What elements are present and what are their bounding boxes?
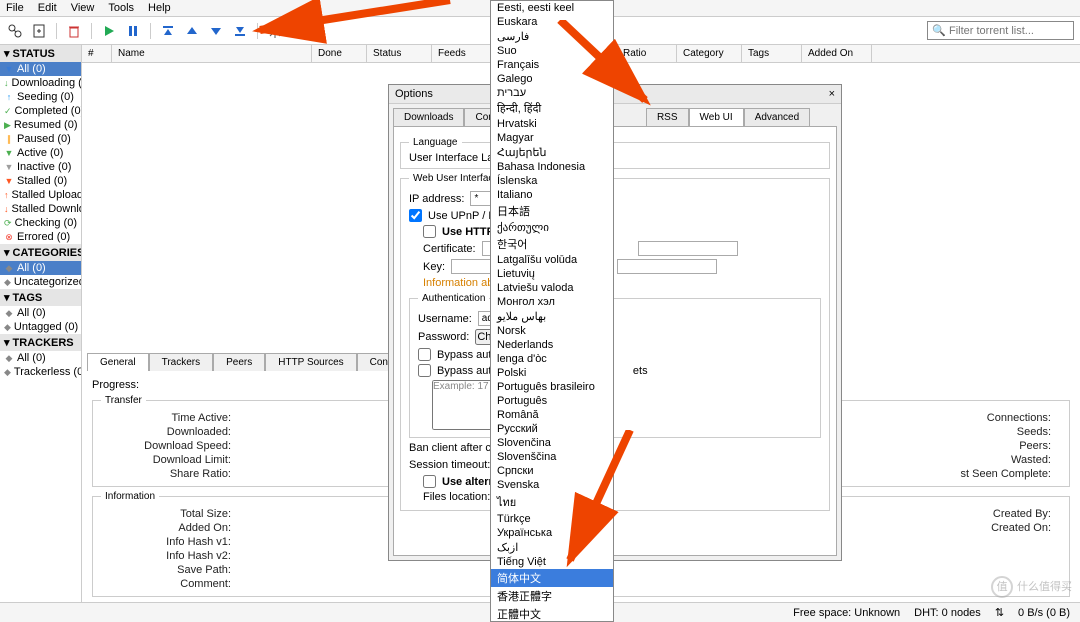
sidebar-item[interactable]: ▼All (0): [0, 62, 81, 76]
detail-tab[interactable]: General: [87, 353, 149, 371]
language-option[interactable]: 正體中文: [491, 605, 613, 622]
search-icon: 🔍: [932, 24, 946, 37]
language-option[interactable]: Nederlands: [491, 338, 613, 352]
sidebar-item[interactable]: ↓Downloading (0): [0, 76, 81, 90]
sidebar-item[interactable]: ↑Stalled Uploadi..: [0, 188, 81, 202]
sidebar-item[interactable]: ↓Stalled Downlo..: [0, 202, 81, 216]
menu-tools[interactable]: Tools: [108, 2, 134, 14]
sidebar-head[interactable]: ▾TRACKERS: [0, 334, 81, 351]
language-option[interactable]: lenga d'òc: [491, 352, 613, 366]
add-file-icon[interactable]: [30, 22, 48, 40]
language-option[interactable]: Հայերեն: [491, 145, 613, 160]
menu-edit[interactable]: Edit: [38, 2, 57, 14]
top-icon[interactable]: [159, 22, 177, 40]
sidebar-item[interactable]: ∥Paused (0): [0, 132, 81, 146]
close-icon[interactable]: ×: [829, 88, 835, 100]
sidebar-item[interactable]: ▶Resumed (0): [0, 118, 81, 132]
progress-label: Progress:: [92, 379, 139, 391]
upnp-check[interactable]: [409, 209, 422, 222]
menu-help[interactable]: Help: [148, 2, 171, 14]
language-option[interactable]: Eesti, eesti keel: [491, 1, 613, 15]
sidebar-head[interactable]: ▾TAGS: [0, 289, 81, 306]
sidebar-item[interactable]: ⟳Checking (0): [0, 216, 81, 230]
sidebar-item[interactable]: ✓Completed (0): [0, 104, 81, 118]
detail-tab[interactable]: Peers: [213, 353, 265, 371]
menu-file[interactable]: File: [6, 2, 24, 14]
sidebar-item[interactable]: ◆All (0): [0, 306, 81, 320]
language-option[interactable]: Português: [491, 394, 613, 408]
detail-tab[interactable]: Trackers: [149, 353, 214, 371]
column-header[interactable]: Added On: [802, 45, 872, 62]
sidebar-item[interactable]: ◆All (0): [0, 351, 81, 365]
language-option[interactable]: Latviešu valoda: [491, 281, 613, 295]
resume-icon[interactable]: [100, 22, 118, 40]
column-header[interactable]: #: [82, 45, 112, 62]
language-option[interactable]: Magyar: [491, 131, 613, 145]
sidebar-item[interactable]: ▼Inactive (0): [0, 160, 81, 174]
sidebar-item[interactable]: ◆Untagged (0): [0, 320, 81, 334]
detail-tab[interactable]: HTTP Sources: [265, 353, 356, 371]
language-option[interactable]: Norsk: [491, 324, 613, 338]
sidebar-item[interactable]: ⊗Errored (0): [0, 230, 81, 244]
status-dht: DHT: 0 nodes: [914, 607, 981, 619]
sidebar-item[interactable]: ◆Uncategorized (0): [0, 275, 81, 289]
language-option[interactable]: Română: [491, 408, 613, 422]
sidebar-item[interactable]: ▼Stalled (0): [0, 174, 81, 188]
language-option[interactable]: Italiano: [491, 188, 613, 202]
sidebar-item[interactable]: ◆All (0): [0, 261, 81, 275]
language-option[interactable]: ქართული: [491, 220, 613, 235]
delete-icon[interactable]: [65, 22, 83, 40]
sidebar-head[interactable]: ▾STATUS: [0, 45, 81, 62]
up-icon[interactable]: [183, 22, 201, 40]
language-option[interactable]: 日本語: [491, 202, 613, 220]
sidebar-item[interactable]: ▼Active (0): [0, 146, 81, 160]
language-option[interactable]: بهاس ملايو: [491, 309, 613, 324]
language-option[interactable]: Bahasa Indonesia: [491, 160, 613, 174]
language-option[interactable]: Latgalīšu volūda: [491, 253, 613, 267]
language-option[interactable]: Polski: [491, 366, 613, 380]
column-header[interactable]: Tags: [742, 45, 802, 62]
https-check[interactable]: [423, 225, 436, 238]
key-input[interactable]: [451, 259, 491, 274]
status-free-space: Free space: Unknown: [793, 607, 900, 619]
language-option[interactable]: Português brasileiro: [491, 380, 613, 394]
language-option[interactable]: Lietuvių: [491, 267, 613, 281]
sidebar-head[interactable]: ▾CATEGORIES: [0, 244, 81, 261]
options-tab-web ui[interactable]: Web UI: [689, 108, 744, 126]
menu-view[interactable]: View: [71, 2, 95, 14]
search-box[interactable]: 🔍: [927, 21, 1074, 40]
language-option[interactable]: Монгол хэл: [491, 295, 613, 309]
search-input[interactable]: [949, 25, 1069, 37]
options-tab-advanced[interactable]: Advanced: [744, 108, 810, 126]
status-rate: 0 B/s (0 B): [1018, 607, 1070, 619]
sidebar-item[interactable]: ↑Seeding (0): [0, 90, 81, 104]
language-option[interactable]: 한국어: [491, 235, 613, 253]
language-option[interactable]: Íslenska: [491, 174, 613, 188]
sidebar-item[interactable]: ◆Trackerless (0): [0, 365, 81, 379]
add-link-icon[interactable]: [6, 22, 24, 40]
pause-icon[interactable]: [124, 22, 142, 40]
